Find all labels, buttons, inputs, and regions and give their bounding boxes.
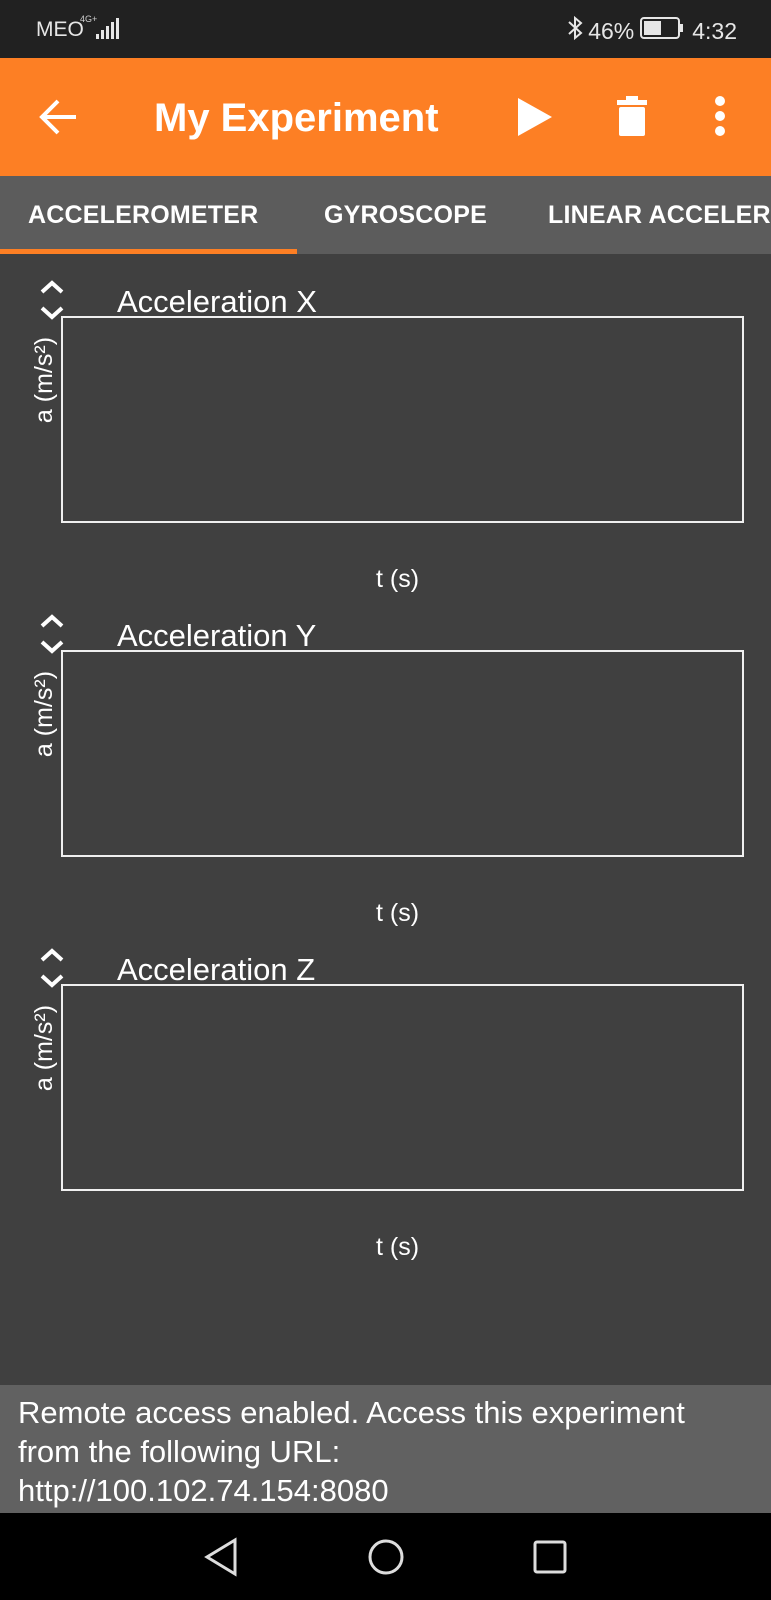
y-axis-label: a (m/s²) [30, 336, 58, 424]
battery-percent: 46% [588, 17, 635, 44]
y-axis-label: a (m/s²) [30, 670, 58, 758]
tab-gyroscope[interactable]: GYROSCOPE [324, 176, 487, 254]
nav-back-icon[interactable] [203, 1537, 239, 1582]
tab-linear-acceleration[interactable]: LINEAR ACCELERATION [548, 176, 771, 254]
x-axis-label: t (s) [376, 1233, 420, 1261]
play-icon[interactable] [516, 96, 554, 143]
sensor-tabs: ACCELEROMETER GYROSCOPE LINEAR ACCELERAT… [0, 176, 771, 254]
clock: 4:32 [692, 17, 737, 44]
selected-tab-indicator [0, 249, 297, 254]
nav-recents-icon[interactable] [532, 1537, 568, 1582]
battery-icon [640, 17, 684, 45]
graph-title: Acceleration Y [117, 618, 317, 653]
graph-acceleration-y: Acceleration Y a (m/s²) t (s) [0, 612, 771, 946]
page-title: My Experiment [154, 96, 439, 140]
more-vertical-icon[interactable] [714, 96, 726, 143]
remote-url: http://100.102.74.154:8080 [18, 1473, 389, 1508]
remote-access-notice: Remote access enabled. Access this exper… [0, 1385, 771, 1513]
tab-accelerometer[interactable]: ACCELEROMETER [28, 176, 258, 254]
status-bar: MEO 4G+ 46% 4:32 [0, 0, 771, 58]
x-axis-label: t (s) [376, 899, 420, 927]
plot-area[interactable] [61, 650, 744, 857]
graph-acceleration-z: Acceleration Z a (m/s²) t (s) [0, 946, 771, 1280]
system-nav-bar [0, 1513, 771, 1600]
x-axis-label: t (s) [376, 565, 420, 593]
arrow-back-icon[interactable] [38, 96, 80, 143]
bluetooth-icon [566, 15, 584, 46]
graph-acceleration-x: Acceleration X a (m/s²) t (s) [0, 278, 771, 612]
plot-area[interactable] [61, 316, 744, 523]
graph-title: Acceleration Z [117, 952, 316, 987]
carrier-label: MEO [36, 18, 84, 41]
app-bar: My Experiment [0, 58, 771, 176]
nav-home-icon[interactable] [367, 1537, 405, 1582]
trash-icon[interactable] [617, 94, 647, 143]
notice-line: from the following URL: [18, 1434, 341, 1469]
plot-area[interactable] [61, 984, 744, 1191]
y-axis-label: a (m/s²) [30, 1004, 58, 1092]
graph-title: Acceleration X [117, 284, 317, 319]
signal-icon [96, 18, 122, 45]
notice-line: Remote access enabled. Access this exper… [18, 1395, 685, 1430]
network-type: 4G+ [80, 14, 98, 24]
